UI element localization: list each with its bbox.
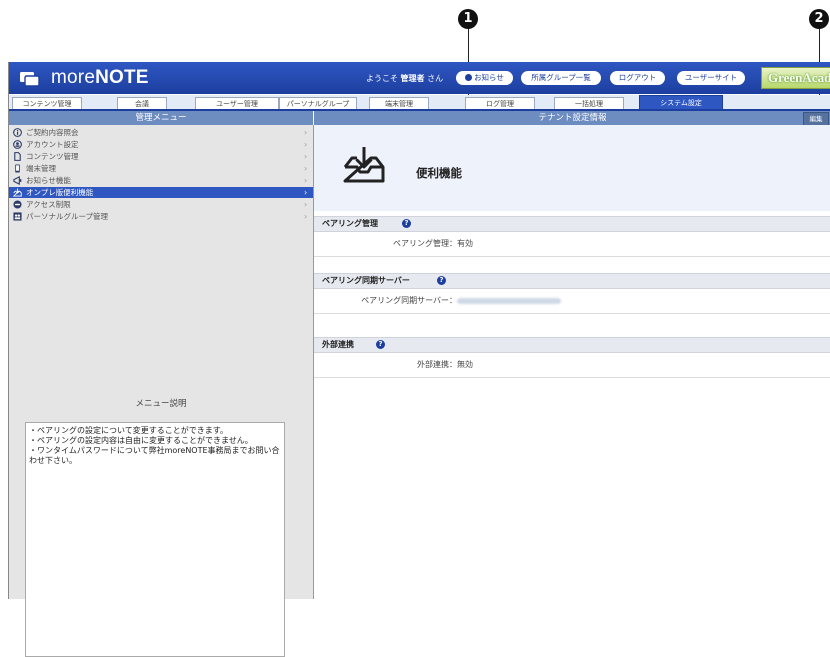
tab-system-settings[interactable]: システム設定 — [639, 95, 723, 109]
sidebar-title: 管理メニュー — [9, 111, 313, 125]
sidebar-item-access-control[interactable]: アクセス制限 › — [9, 199, 313, 210]
group-list-button[interactable]: 所属グループ一覧 — [521, 71, 601, 85]
group-icon — [13, 212, 22, 221]
section-title: ペアリング管理 — [322, 219, 378, 228]
info-circle-icon — [13, 128, 22, 137]
notice-button-label: お知らせ — [474, 73, 504, 82]
sidebar-item-label: アクセス制限 — [26, 200, 71, 209]
tenant-settings-panel: 便利機能 ペアリング管理 ? ペアリング管理： 有効 ペアリング同期サーバー ?… — [314, 125, 830, 599]
description-line: ・ペアリングの設定について変更することができます。 — [29, 426, 228, 435]
setting-key: 外部連携： — [417, 360, 457, 369]
sidebar-item-devices[interactable]: 端末管理 › — [9, 163, 313, 174]
tab-meeting[interactable]: 会議 — [117, 97, 167, 109]
edit-button[interactable]: 編集 — [803, 112, 829, 126]
callout-1: 1 — [458, 9, 478, 29]
chevron-right-icon: › — [304, 200, 308, 209]
tab-logs[interactable]: ログ管理 — [465, 97, 535, 109]
help-icon[interactable]: ? — [437, 276, 446, 285]
sidebar-item-notice[interactable]: お知らせ機能 › — [9, 175, 313, 186]
menu-description-title: メニュー説明 — [135, 399, 187, 409]
setting-value: 無効 — [457, 360, 473, 369]
tab-batch[interactable]: 一括処理 — [554, 97, 624, 109]
partner-logo[interactable]: GreenAcad — [761, 67, 830, 89]
callout-2: 2 — [809, 9, 829, 29]
sidebar-item-label: コンテンツ管理 — [26, 152, 79, 161]
logout-button[interactable]: ログアウト — [610, 71, 665, 85]
chevron-right-icon: › — [304, 188, 308, 197]
chevron-right-icon: › — [304, 164, 308, 173]
setting-row-sync-server: ペアリング同期サーバー： — [314, 289, 830, 314]
document-icon — [14, 152, 21, 161]
minus-circle-icon — [13, 200, 22, 209]
panel-title: テナント設定情報 — [314, 111, 830, 125]
sidebar-item-label: お知らせ機能 — [26, 176, 71, 185]
logo-text-more: more — [51, 67, 96, 88]
tab-content[interactable]: コンテンツ管理 — [12, 97, 82, 109]
user-site-button[interactable]: ユーザーサイト — [677, 71, 745, 85]
setting-row-external: 外部連携： 無効 — [314, 353, 830, 378]
feature-header: 便利機能 — [314, 125, 830, 211]
megaphone-icon — [13, 176, 22, 185]
section-title: 外部連携 — [322, 340, 354, 349]
sidebar-item-account[interactable]: アカウント設定 › — [9, 139, 313, 150]
tab-devices[interactable]: 端末管理 — [369, 97, 429, 109]
user-circle-icon — [13, 140, 22, 149]
description-line: ・ワンタイムパスワードについて弊社moreNOTE事務局までお問い合わせ下さい。 — [29, 446, 280, 465]
feature-title: 便利機能 — [416, 166, 462, 180]
sidebar-item-label: オンプレ版便利機能 — [26, 188, 94, 197]
admin-sidebar: ご契約内容照会 › アカウント設定 › コンテンツ管理 › 端末管理 › お知らせ機能 ›… — [9, 125, 314, 657]
section-sync-server: ペアリング同期サーバー ? — [314, 273, 830, 289]
menu-description-box: ・ペアリングの設定について変更することができます。 ・ペアリングの設定内容は自由… — [25, 422, 285, 657]
sidebar-item-label: 端末管理 — [26, 164, 56, 173]
app-header: moreNOTE ようこそ 管理者 さん お知らせ 所属グループ一覧 ログアウト… — [9, 62, 830, 94]
notice-icon — [465, 74, 473, 81]
setting-key: ペアリング管理： — [393, 239, 457, 248]
main-tab-bar: コンテンツ管理 会議 ユーザー管理 パーソナルグループ 端末管理 ログ管理 一括… — [9, 95, 830, 111]
welcome-suffix: さん — [427, 74, 444, 83]
chevron-right-icon: › — [304, 152, 308, 161]
chevron-right-icon: › — [304, 140, 308, 149]
tray-download-icon — [343, 147, 385, 183]
setting-value — [457, 289, 561, 313]
welcome-prefix: ようこそ — [366, 74, 398, 83]
morenote-logo[interactable]: moreNOTE — [19, 67, 149, 88]
setting-row-pairing: ペアリング管理： 有効 — [314, 232, 830, 257]
description-line: ・ペアリングの設定内容は自由に変更することができません。 — [29, 436, 253, 445]
sidebar-item-onprem-features[interactable]: オンプレ版便利機能 › — [9, 187, 313, 198]
sidebar-item-content[interactable]: コンテンツ管理 › — [9, 151, 313, 162]
welcome-message: ようこそ 管理者 さん — [366, 73, 443, 84]
sidebar-item-contract[interactable]: ご契約内容照会 › — [9, 127, 313, 138]
tab-users[interactable]: ユーザー管理 — [195, 97, 279, 109]
morenote-logo-icon — [20, 71, 40, 87]
help-icon[interactable]: ? — [376, 340, 385, 349]
section-pairing: ペアリング管理 ? — [314, 216, 830, 232]
tray-download-icon — [13, 188, 22, 197]
setting-key: ペアリング同期サーバー： — [361, 296, 457, 305]
redacted-value — [457, 297, 561, 304]
chevron-right-icon: › — [304, 212, 308, 221]
section-external: 外部連携 ? — [314, 337, 830, 353]
sidebar-item-label: ご契約内容照会 — [26, 128, 79, 137]
notice-button[interactable]: お知らせ — [456, 71, 513, 85]
setting-value: 有効 — [457, 239, 473, 248]
welcome-user: 管理者 — [400, 74, 425, 83]
logo-text-note: NOTE — [95, 67, 149, 88]
app-window: moreNOTE ようこそ 管理者 さん お知らせ 所属グループ一覧 ログアウト… — [8, 62, 830, 657]
sidebar-item-personal-group[interactable]: パーソナルグループ管理 › — [9, 211, 313, 222]
sidebar-item-label: アカウント設定 — [26, 140, 79, 149]
device-icon — [15, 164, 20, 173]
help-icon[interactable]: ? — [402, 219, 411, 228]
sidebar-item-label: パーソナルグループ管理 — [26, 212, 109, 221]
tab-personal-group[interactable]: パーソナルグループ — [279, 97, 357, 109]
section-title: ペアリング同期サーバー — [322, 276, 410, 285]
chevron-right-icon: › — [304, 176, 308, 185]
chevron-right-icon: › — [304, 128, 308, 137]
